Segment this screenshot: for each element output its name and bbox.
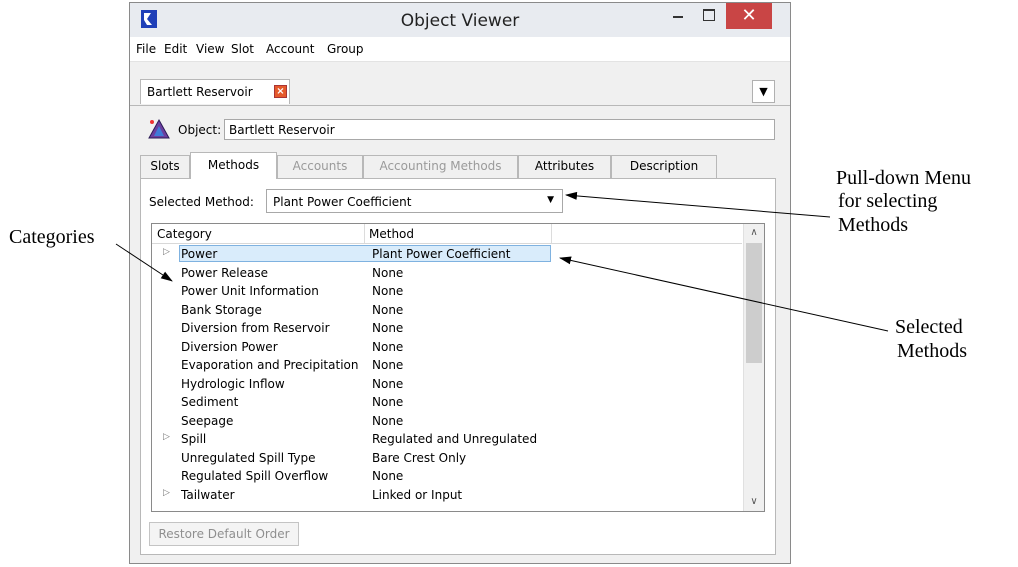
scroll-up-icon[interactable]: ∧ <box>744 224 764 242</box>
tab-accounts[interactable]: Accounts <box>277 155 363 178</box>
tab-list-dropdown-button[interactable]: ▼ <box>752 80 775 103</box>
menu-account[interactable]: Account <box>266 42 314 56</box>
table-header: Category Method <box>152 224 742 244</box>
object-label: Object: <box>178 123 222 137</box>
restore-default-order-button[interactable]: Restore Default Order <box>149 522 299 546</box>
method-cell[interactable]: None <box>372 358 403 372</box>
close-icon: ✕ <box>741 5 757 26</box>
category-cell: Tailwater <box>181 487 235 502</box>
tab-close-icon[interactable]: × <box>274 85 287 98</box>
category-cell: Sediment <box>181 395 239 409</box>
table-row[interactable]: Regulated Spill Overflow None <box>152 467 742 485</box>
document-tab-bar: Bartlett Reservoir × <box>130 79 790 106</box>
object-viewer-window: Object Viewer ✕ File Edit View Slot Acco… <box>129 2 791 564</box>
selected-method-dropdown[interactable]: Plant Power Coefficient ▼ <box>266 189 563 213</box>
scrollbar-thumb[interactable] <box>746 243 762 363</box>
category-cell: Bank Storage <box>181 302 262 317</box>
table-row[interactable]: Evaporation and Precipitation None <box>152 356 742 374</box>
table-row[interactable]: Diversion from Reservoir None <box>152 319 742 337</box>
maximize-button[interactable] <box>695 3 723 29</box>
category-cell: Power <box>181 247 218 261</box>
category-cell: Diversion from Reservoir <box>181 321 330 335</box>
method-cell[interactable]: None <box>372 377 403 391</box>
scroll-down-icon[interactable]: ∨ <box>744 493 764 511</box>
category-cell: Unregulated Spill Type <box>181 450 316 465</box>
table-row[interactable]: Diversion Power None <box>152 338 742 356</box>
method-cell[interactable]: None <box>372 321 403 335</box>
category-cell: Power Release <box>181 265 268 280</box>
method-cell[interactable]: None <box>372 340 403 354</box>
annotation-selected-line1: Selected <box>895 316 963 338</box>
annotation-pulldown-line1: Pull-down Menu <box>836 167 971 189</box>
tab-accounting-methods[interactable]: Accounting Methods <box>363 155 518 178</box>
menu-group[interactable]: Group <box>327 42 364 56</box>
method-cell[interactable]: Regulated and Unregulated <box>372 432 537 446</box>
table-row[interactable]: ▷ Spill Regulated and Unregulated <box>152 430 742 448</box>
menu-slot[interactable]: Slot <box>231 42 254 56</box>
dropdown-arrow-icon: ▼ <box>547 195 554 205</box>
annotation-pulldown-line2: for selecting <box>838 190 938 212</box>
close-button[interactable]: ✕ <box>726 3 772 29</box>
table-row[interactable]: Seepage None <box>152 412 742 430</box>
tab-methods[interactable]: Methods <box>190 152 277 179</box>
tab-slots[interactable]: Slots <box>140 155 190 178</box>
method-cell[interactable]: None <box>372 266 403 280</box>
annotation-pulldown-line3: Methods <box>838 214 908 236</box>
table-row[interactable]: ▷ Tailwater Linked or Input <box>152 486 742 504</box>
category-cell: Hydrologic Inflow <box>181 376 285 391</box>
table-row[interactable]: Power Release None <box>152 264 742 282</box>
method-cell[interactable]: Bare Crest Only <box>372 451 466 465</box>
expand-arrow-icon[interactable]: ▷ <box>163 432 170 442</box>
method-cell[interactable]: None <box>372 395 403 409</box>
menu-bar: File Edit View Slot Account Group <box>130 37 790 62</box>
category-cell: Evaporation and Precipitation <box>181 358 359 372</box>
column-separator[interactable] <box>551 224 552 243</box>
table-row[interactable]: Power Unit Information None <box>152 282 742 300</box>
tab-description[interactable]: Description <box>611 155 717 178</box>
vertical-scrollbar[interactable]: ∧ ∨ <box>743 224 764 511</box>
category-cell: Regulated Spill Overflow <box>181 469 329 483</box>
title-bar[interactable]: Object Viewer ✕ <box>130 3 790 37</box>
methods-table[interactable]: Category Method ▷ Power Plant Power Coeffi… <box>151 223 765 512</box>
menu-view[interactable]: View <box>196 42 224 56</box>
selected-method-label: Selected Method: <box>149 195 254 209</box>
category-cell: Power Unit Information <box>181 284 319 298</box>
method-cell[interactable]: None <box>372 414 403 428</box>
annotation-categories: Categories <box>9 226 95 248</box>
table-row[interactable]: Sediment None <box>152 393 742 411</box>
method-cell[interactable]: None <box>372 284 403 298</box>
menu-edit[interactable]: Edit <box>164 42 187 56</box>
table-row[interactable]: Hydrologic Inflow None <box>152 375 742 393</box>
object-name-field[interactable]: Bartlett Reservoir <box>224 119 775 140</box>
column-header-method[interactable]: Method <box>369 227 414 241</box>
expand-arrow-icon[interactable]: ▷ <box>163 488 170 498</box>
table-row[interactable]: ▷ Power Plant Power Coefficient <box>152 245 742 263</box>
category-cell: Diversion Power <box>181 339 278 354</box>
tab-attributes[interactable]: Attributes <box>518 155 611 178</box>
table-row[interactable]: Bank Storage None <box>152 301 742 319</box>
reservoir-object-icon <box>148 118 170 139</box>
document-tab[interactable]: Bartlett Reservoir × <box>140 79 290 104</box>
method-cell[interactable]: Plant Power Coefficient <box>372 247 510 261</box>
method-cell[interactable]: Linked or Input <box>372 488 462 502</box>
column-header-category[interactable]: Category <box>157 227 212 241</box>
category-cell: Seepage <box>181 413 234 428</box>
method-cell[interactable]: None <box>372 469 403 483</box>
minimize-button[interactable] <box>664 3 692 29</box>
annotation-selected-line2: Methods <box>897 340 967 362</box>
selected-method-value: Plant Power Coefficient <box>273 195 412 209</box>
expand-arrow-icon[interactable]: ▷ <box>163 247 170 257</box>
column-separator[interactable] <box>364 224 365 243</box>
category-cell: Spill <box>181 432 207 446</box>
document-tab-label: Bartlett Reservoir <box>147 85 253 99</box>
method-cell[interactable]: None <box>372 303 403 317</box>
table-row[interactable]: Unregulated Spill Type Bare Crest Only <box>152 449 742 467</box>
tab-strip: Slots Methods Accounts Accounting Method… <box>140 152 776 179</box>
menu-file[interactable]: File <box>136 42 156 56</box>
